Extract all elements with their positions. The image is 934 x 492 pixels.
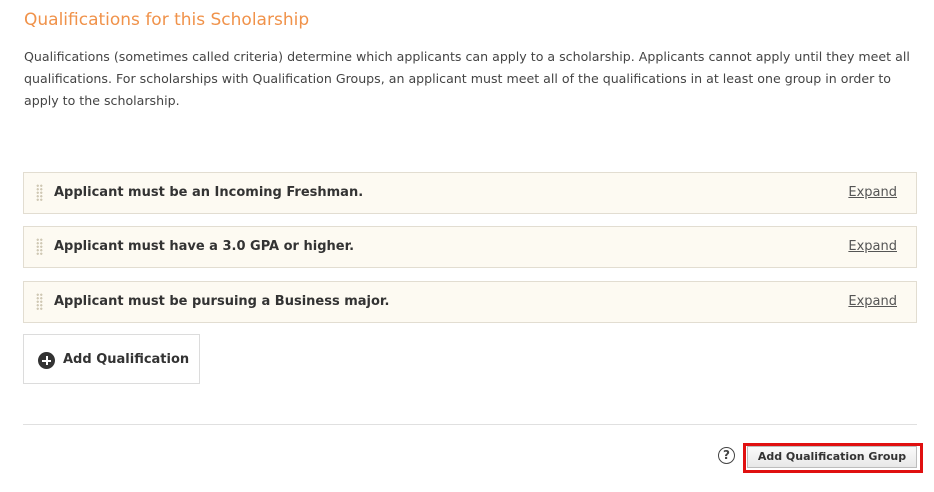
expand-link[interactable]: Expand [848, 294, 897, 309]
qualification-label: Applicant must be an Incoming Freshman. [54, 185, 364, 200]
add-qualification-label: Add Qualification [63, 352, 190, 367]
add-qualification-group-button[interactable]: Add Qualification Group [747, 446, 917, 468]
add-qualification-button[interactable]: Add Qualification [23, 334, 200, 384]
plus-circle-icon [38, 352, 55, 369]
divider [23, 424, 917, 425]
qualification-label: Applicant must have a 3.0 GPA or higher. [54, 239, 355, 254]
section-title: Qualifications for this Scholarship [24, 10, 310, 30]
drag-handle-icon[interactable] [36, 238, 43, 256]
section-description: Qualifications (sometimes called criteri… [24, 49, 910, 108]
expand-link[interactable]: Expand [848, 185, 897, 200]
qualification-row: Applicant must be an Incoming Freshman. … [23, 172, 917, 214]
qualification-row: Applicant must be pursuing a Business ma… [23, 281, 917, 323]
drag-handle-icon[interactable] [36, 184, 43, 202]
drag-handle-icon[interactable] [36, 293, 43, 311]
help-icon[interactable]: ? [718, 447, 735, 464]
expand-link[interactable]: Expand [848, 239, 897, 254]
qualification-label: Applicant must be pursuing a Business ma… [54, 294, 390, 309]
qualification-row: Applicant must have a 3.0 GPA or higher.… [23, 226, 917, 268]
